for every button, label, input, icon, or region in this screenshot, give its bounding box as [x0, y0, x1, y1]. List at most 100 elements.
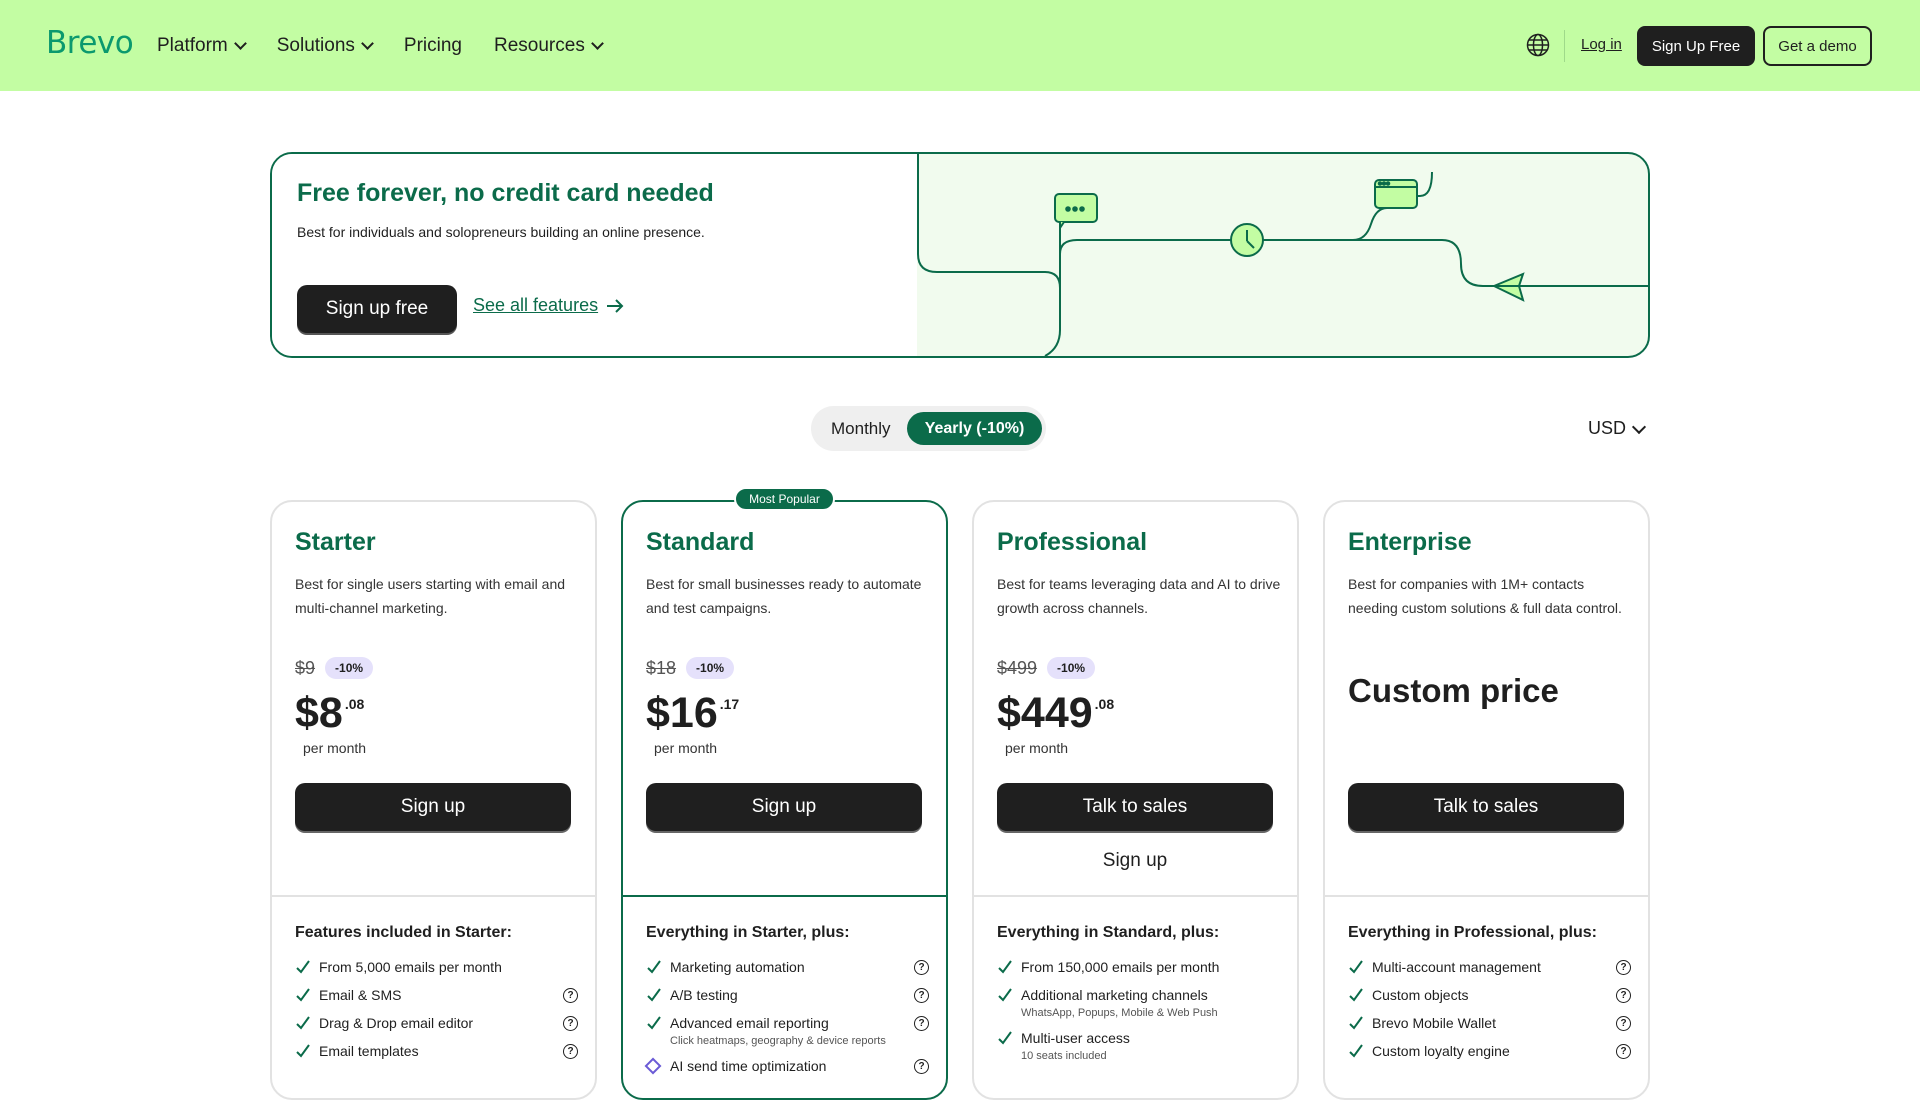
help-icon[interactable]: ?: [1616, 1044, 1631, 1059]
original-price: $9: [295, 657, 316, 678]
features-title: Everything in Starter, plus:: [646, 924, 850, 941]
top-navigation-bar: Brevo Platform Solutions Pricing Resourc…: [0, 0, 1920, 91]
feature-text: AI send time optimization: [670, 1058, 827, 1074]
feature-text: From 150,000 emails per month: [1021, 959, 1220, 975]
original-price: $18: [646, 657, 677, 678]
help-icon[interactable]: ?: [563, 1016, 578, 1031]
feature-item: From 5,000 emails per month: [295, 957, 578, 977]
globe-icon[interactable]: [1526, 33, 1550, 57]
professional-talk-to-sales-button[interactable]: Talk to sales: [997, 783, 1273, 831]
feature-text: Brevo Mobile Wallet: [1372, 1015, 1496, 1031]
feature-list: From 150,000 emails per month Additional…: [997, 957, 1280, 1071]
plan-card-professional: Professional Best for teams leveraging d…: [972, 500, 1299, 1100]
workflow-illustration: [917, 154, 1648, 356]
price-main: $8: [295, 689, 343, 737]
feature-text: Custom objects: [1372, 987, 1469, 1003]
feature-subtext: WhatsApp, Popups, Mobile & Web Push: [1021, 1007, 1218, 1019]
feature-subtext: 10 seats included: [1021, 1050, 1107, 1062]
help-icon[interactable]: ?: [914, 960, 929, 975]
help-icon[interactable]: ?: [563, 988, 578, 1003]
price-period: per month: [654, 740, 718, 756]
feature-text: Multi-account management: [1372, 959, 1541, 975]
chevron-down-icon: [590, 36, 604, 50]
help-icon[interactable]: ?: [1616, 960, 1631, 975]
sign-up-free-button[interactable]: Sign up free: [297, 285, 457, 333]
help-icon[interactable]: ?: [1616, 1016, 1631, 1031]
feature-item: Multi-user access 10 seats included: [997, 1028, 1280, 1063]
nav-resources-label: Resources: [494, 34, 585, 56]
original-price-row: $18 -10%: [646, 657, 735, 679]
nav-platform[interactable]: Platform: [157, 34, 247, 57]
features-title: Everything in Professional, plus:: [1348, 924, 1597, 941]
feature-item: Brevo Mobile Wallet?: [1348, 1013, 1631, 1033]
feature-list: From 5,000 emails per month Email & SMS?…: [295, 957, 578, 1069]
monthly-option[interactable]: Monthly: [831, 419, 891, 439]
billing-period-toggle: Monthly Yearly (-10%): [811, 406, 1046, 451]
help-icon[interactable]: ?: [914, 1059, 929, 1074]
check-icon: [1349, 988, 1363, 1002]
plan-card-starter: Starter Best for single users starting w…: [270, 500, 597, 1100]
plan-name: Starter: [295, 528, 376, 556]
original-price: $499: [997, 657, 1038, 678]
feature-text: Custom loyalty engine: [1372, 1043, 1510, 1059]
card-divider: [974, 895, 1297, 897]
nav-pricing[interactable]: Pricing: [404, 35, 462, 57]
feature-subtext: Click heatmaps, geography & device repor…: [670, 1035, 886, 1047]
nav-solutions[interactable]: Solutions: [277, 35, 374, 57]
plan-description: Best for single users starting with emai…: [295, 576, 566, 616]
feature-text: Email templates: [319, 1043, 419, 1059]
professional-signup-link[interactable]: Sign up: [997, 850, 1273, 872]
card-divider: [623, 895, 946, 897]
get-demo-button[interactable]: Get a demo: [1763, 26, 1872, 66]
nav-resources[interactable]: Resources: [494, 34, 604, 57]
see-all-features-link[interactable]: See all features: [473, 295, 624, 316]
features-title: Everything in Standard, plus:: [997, 924, 1220, 941]
plan-name: Professional: [997, 528, 1148, 556]
login-link[interactable]: Log in: [1581, 36, 1622, 53]
check-icon: [998, 988, 1012, 1002]
feature-text: A/B testing: [670, 987, 738, 1003]
price-main: $16: [646, 689, 718, 737]
help-icon[interactable]: ?: [914, 1016, 929, 1031]
most-popular-badge: Most Popular: [734, 487, 835, 511]
check-icon: [296, 1016, 310, 1030]
feature-item: Multi-account management?: [1348, 957, 1631, 977]
check-icon: [1349, 1044, 1363, 1058]
feature-text: Advanced email reporting: [670, 1015, 829, 1031]
feature-item: AI send time optimization?: [644, 1056, 929, 1076]
yearly-option[interactable]: Yearly (-10%): [907, 412, 1042, 445]
brevo-logo[interactable]: Brevo: [46, 25, 134, 61]
standard-signup-button[interactable]: Sign up: [646, 783, 922, 831]
feature-text: From 5,000 emails per month: [319, 959, 502, 975]
starter-signup-button[interactable]: Sign up: [295, 783, 571, 831]
help-icon[interactable]: ?: [1616, 988, 1631, 1003]
ai-sparkle-icon: [644, 1057, 662, 1075]
plan-card-standard: Standard Best for small businesses ready…: [621, 500, 948, 1100]
check-icon: [647, 1016, 661, 1030]
feature-item: Custom loyalty engine?: [1348, 1041, 1631, 1061]
feature-item: Marketing automation?: [646, 957, 929, 977]
nav-platform-label: Platform: [157, 34, 228, 56]
help-icon[interactable]: ?: [914, 988, 929, 1003]
chevron-down-icon: [1631, 419, 1647, 434]
signup-free-button[interactable]: Sign Up Free: [1637, 26, 1755, 66]
feature-item: Custom objects?: [1348, 985, 1631, 1005]
price-cents: .17: [719, 696, 740, 712]
price-period: per month: [303, 740, 367, 756]
check-icon: [998, 1031, 1012, 1045]
feature-item: Drag & Drop email editor?: [295, 1013, 578, 1033]
feature-item: Email templates?: [295, 1041, 578, 1061]
enterprise-talk-to-sales-button[interactable]: Talk to sales: [1348, 783, 1624, 831]
feature-text: Multi-user access: [1021, 1030, 1130, 1046]
feature-text: Email & SMS: [319, 987, 402, 1003]
price-main: $449: [997, 689, 1093, 737]
currency-select[interactable]: USD: [1588, 418, 1647, 439]
original-price-row: $9 -10%: [295, 657, 374, 679]
check-icon: [1349, 960, 1363, 974]
check-icon: [1349, 1016, 1363, 1030]
feature-item: Additional marketing channels WhatsApp, P…: [997, 985, 1280, 1020]
check-icon: [296, 988, 310, 1002]
discount-badge: -10%: [325, 657, 374, 679]
help-icon[interactable]: ?: [563, 1044, 578, 1059]
check-icon: [296, 1044, 310, 1058]
